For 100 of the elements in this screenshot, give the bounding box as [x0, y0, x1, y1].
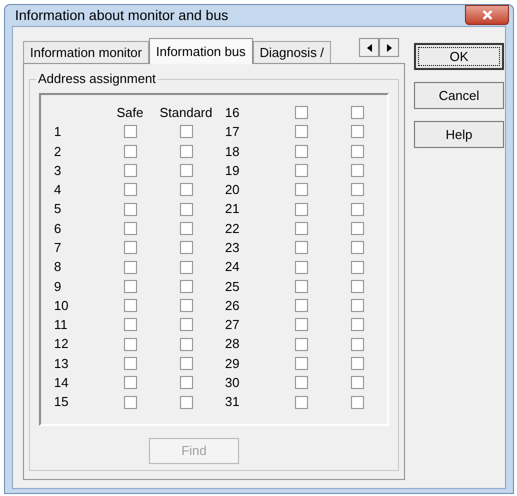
address-number: 16	[225, 104, 240, 120]
address-number: 3	[54, 162, 62, 178]
address-number: 17	[225, 124, 240, 140]
safe-checkbox[interactable]	[124, 299, 136, 312]
address-number: 31	[225, 394, 240, 410]
safe-checkbox[interactable]	[294, 338, 308, 351]
safe-checkbox[interactable]	[294, 260, 308, 274]
standard-checkbox[interactable]	[180, 396, 192, 409]
close-icon	[482, 10, 492, 20]
safe-checkbox[interactable]	[124, 376, 136, 390]
safe-checkbox[interactable]	[294, 357, 308, 370]
standard-checkbox[interactable]	[350, 280, 364, 293]
address-number: 10	[54, 298, 68, 313]
safe-checkbox[interactable]	[124, 202, 136, 216]
standard-checkbox[interactable]	[350, 106, 364, 120]
address-number: 29	[225, 356, 240, 371]
standard-checkbox[interactable]	[180, 338, 192, 351]
group-title: Address assignment	[36, 71, 158, 87]
standard-checkbox[interactable]	[350, 164, 364, 178]
standard-checkbox[interactable]	[180, 280, 192, 293]
safe-checkbox[interactable]	[294, 183, 308, 196]
scroll-left-button[interactable]	[359, 38, 379, 57]
tab[interactable]: Information monitor	[23, 41, 149, 63]
safe-checkbox[interactable]	[124, 357, 136, 370]
standard-checkbox[interactable]	[350, 299, 364, 312]
standard-checkbox[interactable]	[180, 144, 192, 158]
safe-checkbox[interactable]	[124, 183, 136, 196]
scroll-right-button[interactable]	[379, 38, 399, 57]
standard-checkbox[interactable]	[180, 318, 192, 332]
standard-checkbox[interactable]	[350, 241, 364, 254]
safe-checkbox[interactable]	[124, 280, 136, 293]
standard-checkbox[interactable]	[350, 222, 364, 235]
safe-checkbox[interactable]	[124, 222, 136, 235]
safe-checkbox[interactable]	[294, 106, 308, 120]
safe-checkbox[interactable]	[294, 318, 308, 332]
address-number: 18	[225, 144, 240, 158]
safe-checkbox[interactable]	[124, 125, 136, 138]
standard-checkbox[interactable]	[350, 338, 364, 351]
address-number: 30	[225, 375, 240, 390]
safe-checkbox[interactable]	[294, 164, 308, 178]
address-number: 23	[225, 240, 240, 255]
safe-checkbox[interactable]	[294, 376, 308, 390]
standard-checkbox[interactable]	[180, 202, 192, 216]
standard-checkbox[interactable]	[350, 357, 364, 370]
standard-checkbox[interactable]	[180, 222, 192, 235]
safe-checkbox[interactable]	[294, 241, 308, 254]
address-number: 13	[54, 356, 68, 371]
standard-checkbox[interactable]	[180, 260, 192, 274]
address-number: 15	[54, 394, 68, 410]
safe-checkbox[interactable]	[124, 241, 136, 254]
safe-checkbox[interactable]	[294, 125, 308, 138]
safe-checkbox[interactable]	[294, 222, 308, 235]
safe-checkbox[interactable]	[294, 202, 308, 216]
address-number: 24	[225, 259, 240, 274]
standard-checkbox[interactable]	[180, 164, 192, 178]
address-number: 9	[54, 278, 62, 294]
standard-checkbox[interactable]	[350, 396, 364, 409]
safe-checkbox[interactable]	[124, 318, 136, 332]
safe-checkbox[interactable]	[124, 338, 136, 351]
safe-checkbox[interactable]	[294, 280, 308, 293]
address-number: 12	[54, 336, 68, 352]
standard-checkbox[interactable]	[350, 125, 364, 138]
address-number: 5	[54, 201, 62, 216]
dialog-button[interactable]: OK	[414, 43, 504, 70]
standard-checkbox[interactable]	[350, 183, 364, 196]
address-number: 22	[225, 220, 240, 236]
column-header: Safe	[116, 104, 144, 122]
address-number: 7	[54, 240, 62, 255]
standard-checkbox[interactable]	[180, 376, 192, 390]
dialog-button[interactable]: Cancel	[414, 82, 504, 109]
standard-checkbox[interactable]	[350, 144, 364, 158]
standard-checkbox[interactable]	[180, 183, 192, 196]
safe-checkbox[interactable]	[124, 164, 136, 178]
address-number: 1	[54, 124, 62, 140]
tab[interactable]: Information bus	[149, 38, 253, 64]
standard-checkbox[interactable]	[180, 299, 192, 312]
address-number: 6	[54, 220, 62, 236]
standard-checkbox[interactable]	[350, 376, 364, 390]
close-button[interactable]	[465, 5, 509, 25]
standard-checkbox[interactable]	[350, 260, 364, 274]
address-number: 25	[225, 278, 240, 294]
dialog-button[interactable]: Help	[414, 121, 504, 148]
address-number: 4	[54, 182, 62, 198]
standard-checkbox[interactable]	[350, 318, 364, 332]
window-title: Information about monitor and bus	[15, 6, 228, 25]
tab[interactable]: Diagnosis /	[252, 41, 331, 63]
address-number: 20	[225, 182, 240, 198]
standard-checkbox[interactable]	[180, 357, 192, 370]
right-arrow-icon	[386, 44, 392, 52]
address-number: 19	[225, 162, 240, 178]
safe-checkbox[interactable]	[294, 144, 308, 158]
standard-checkbox[interactable]	[180, 241, 192, 254]
safe-checkbox[interactable]	[124, 396, 136, 409]
safe-checkbox[interactable]	[124, 144, 136, 158]
safe-checkbox[interactable]	[294, 299, 308, 312]
safe-checkbox[interactable]	[294, 396, 308, 409]
standard-checkbox[interactable]	[180, 125, 192, 138]
standard-checkbox[interactable]	[350, 202, 364, 216]
column-header: Standard	[158, 104, 214, 122]
safe-checkbox[interactable]	[124, 260, 136, 274]
